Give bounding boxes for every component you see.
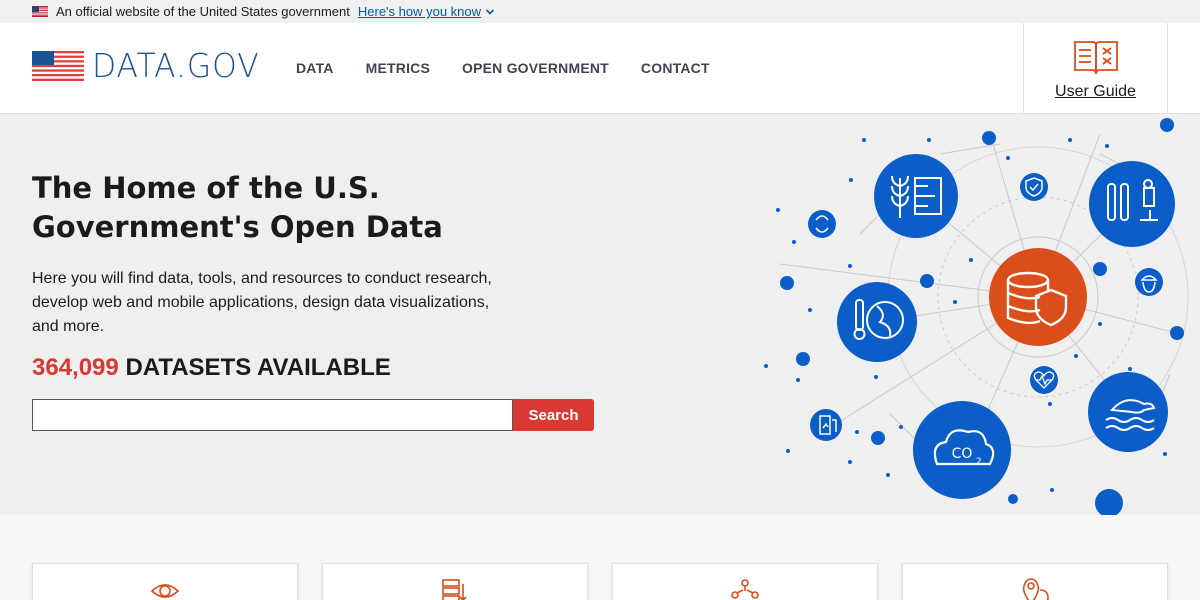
eye-icon [150,584,180,598]
site-logo[interactable]: DATA.GOV [32,49,268,82]
dataset-count: 364,099 [32,354,119,381]
main-nav: DATA METRICS OPEN GOVERNMENT CONTACT [296,23,742,113]
agriculture-icon [874,154,958,238]
gov-banner: An official website of the United States… [0,0,1200,23]
climate-globe-icon [837,282,917,362]
svg-text:CO: CO [952,446,973,462]
science-lab-icon [1089,161,1175,247]
hero-section: The Home of the U.S. Government's Open D… [0,114,1200,515]
hero-title: The Home of the U.S. Government's Open D… [32,171,443,244]
co2-cloud-icon: CO 2 [913,401,1011,499]
feature-card[interactable] [902,563,1168,600]
dataset-search: Search [32,399,594,431]
site-header: DATA.GOV DATA METRICS OPEN GOVERNMENT CO… [0,23,1200,114]
logo-flag-icon [32,50,84,81]
recycle-icon [808,210,836,238]
us-flag-icon [32,6,48,17]
nav-item-metrics[interactable]: METRICS [366,60,430,76]
shield-check-icon [1020,173,1048,201]
heart-pulse-icon [1030,366,1058,394]
hero-intro: Here you will find data, tools, and reso… [32,270,492,335]
search-button[interactable]: Search [513,399,594,431]
logo-wordmark: DATA.GOV [92,46,260,85]
feature-card[interactable] [322,563,588,600]
report-chart-icon [810,409,842,441]
nav-item-contact[interactable]: CONTACT [641,60,710,76]
official-website-text: An official website of the United States… [56,4,350,19]
feature-card[interactable] [32,563,298,600]
open-data-illustration: CO 2 [764,118,1189,515]
open-book-icon [1073,40,1118,74]
acorn-icon [1135,268,1163,296]
nav-item-data[interactable]: DATA [296,60,334,76]
server-arrow-icon [442,579,467,600]
map-pin-icon [1022,578,1049,600]
feature-cards-section [0,515,1200,600]
chevron-down-icon [485,8,495,15]
how-you-know-label: Here's how you know [357,4,482,19]
user-guide-link[interactable]: User Guide [1023,23,1168,114]
nav-item-open-government[interactable]: OPEN GOVERNMENT [462,60,609,76]
svg-text:2: 2 [976,457,982,467]
how-you-know-link[interactable]: Here's how you know [358,4,495,19]
network-people-icon [731,579,759,599]
marine-life-icon [1088,372,1168,452]
dataset-count-suffix: DATASETS AVAILABLE [125,354,391,381]
feature-card[interactable] [612,563,878,600]
user-guide-label: User Guide [1055,82,1136,100]
database-shield-icon [989,248,1087,346]
search-input[interactable] [32,399,513,431]
datasets-available: 364,099 DATASETS AVAILABLE [32,354,391,382]
